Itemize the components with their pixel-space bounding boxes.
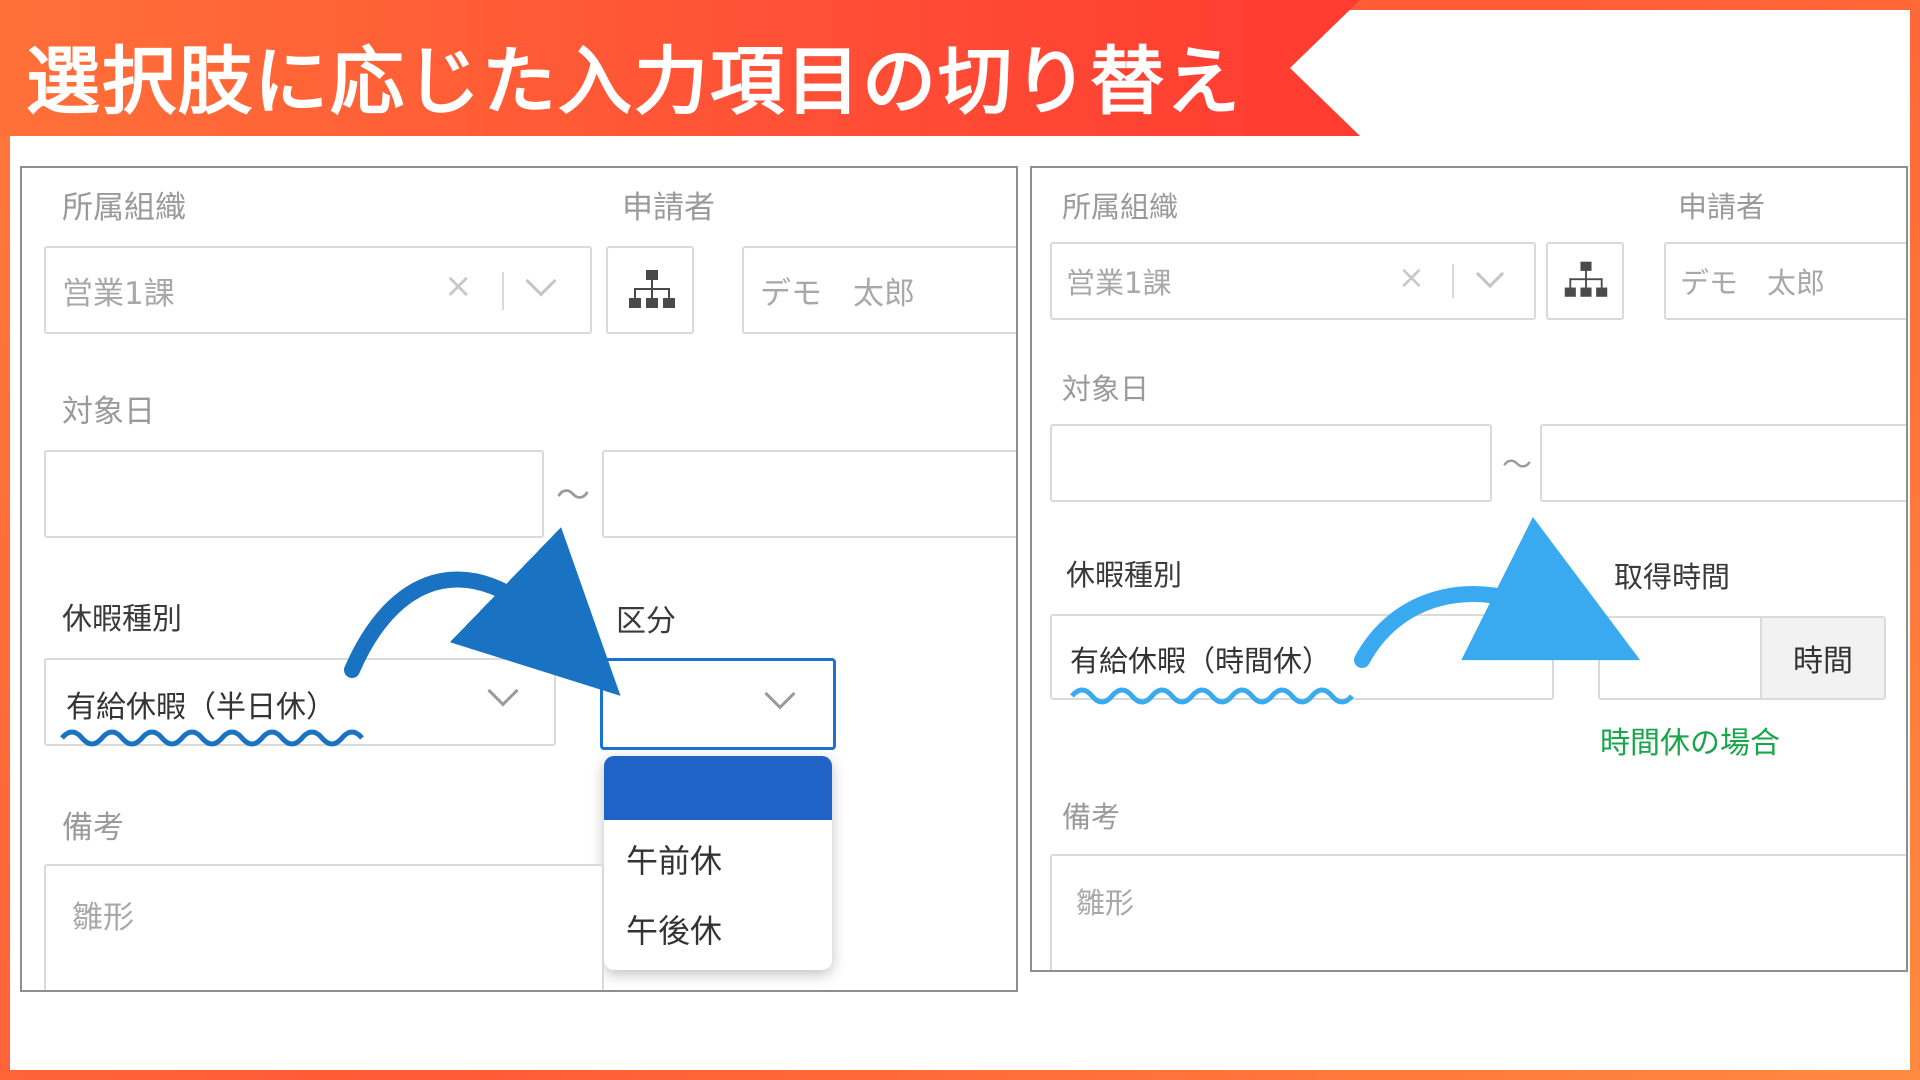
wavy-underline (1070, 687, 1354, 705)
curved-arrow-icon (1354, 516, 1641, 668)
curved-arrow-icon (344, 527, 621, 696)
wavy-underline (60, 729, 364, 747)
annotation-overlay (60, 516, 1641, 747)
